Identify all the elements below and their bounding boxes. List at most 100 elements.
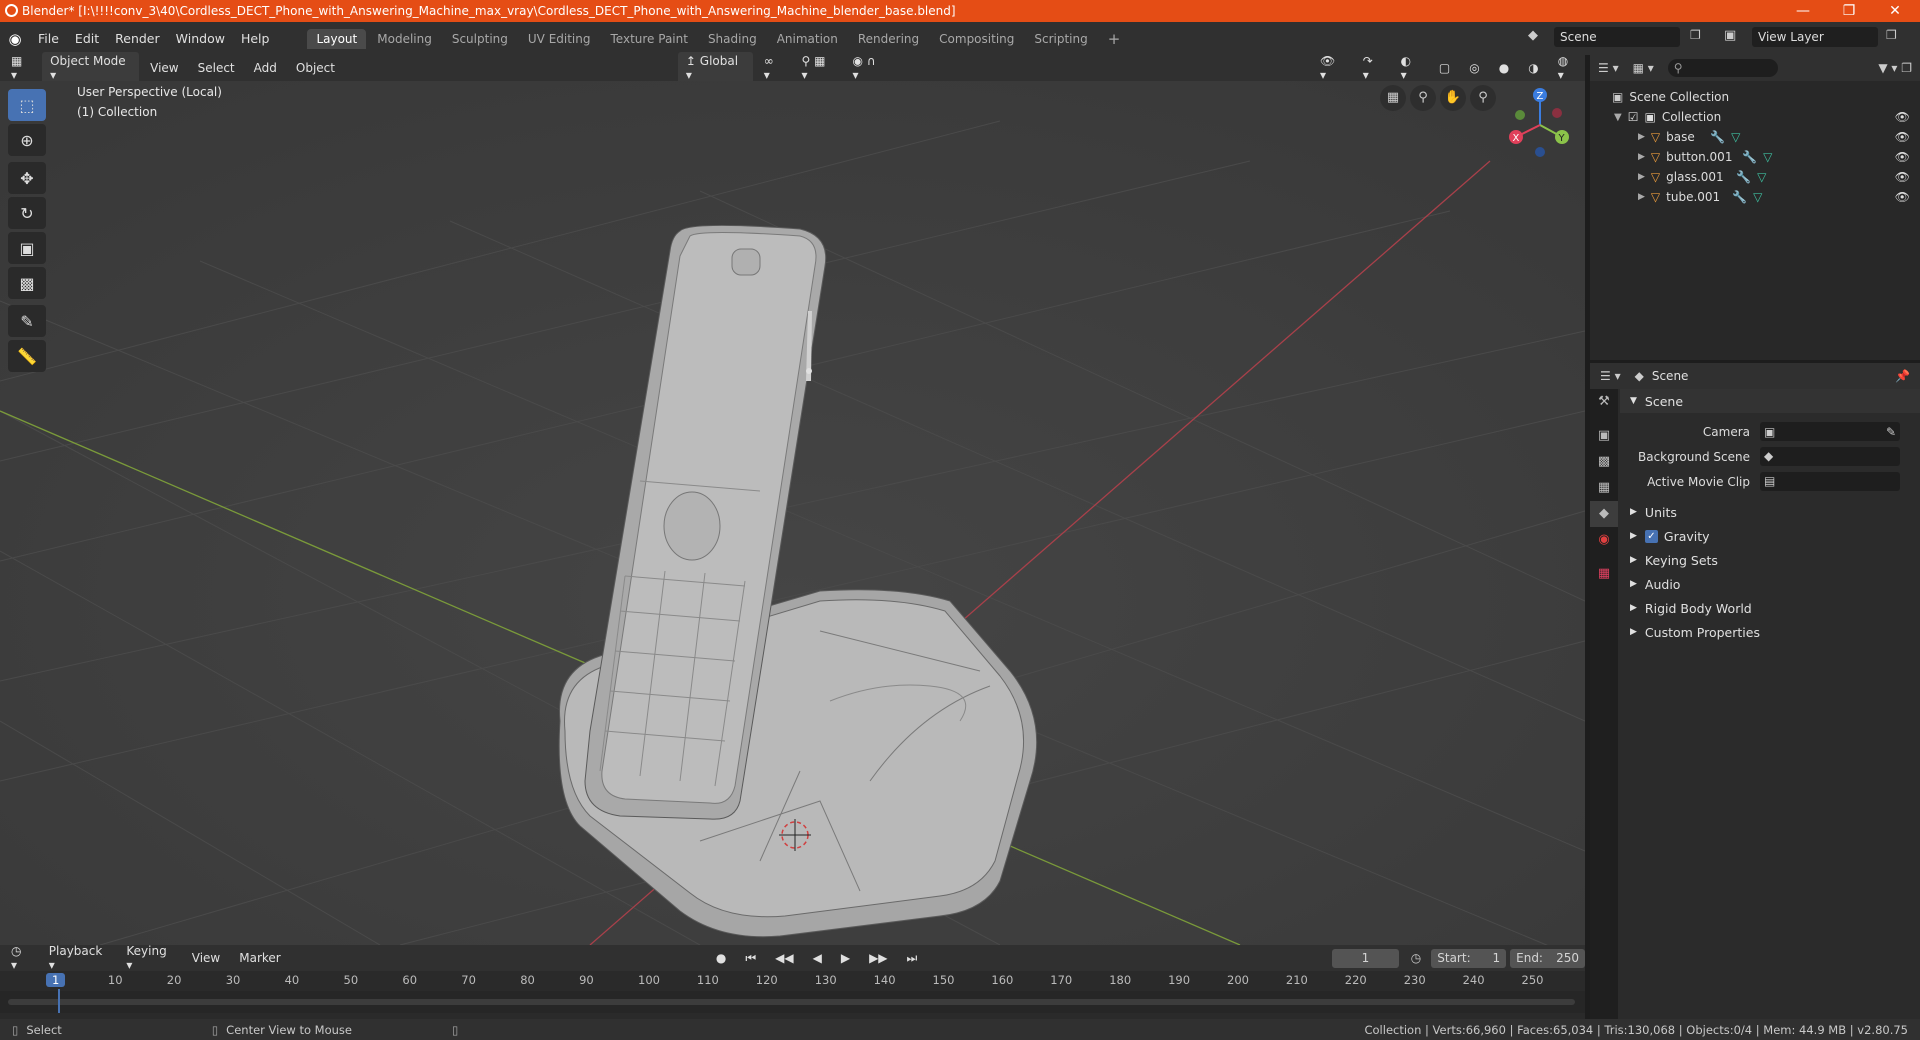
- visibility-eye-icon[interactable]: 👁: [1895, 130, 1910, 144]
- workspace-tab-compositing[interactable]: Compositing: [930, 29, 1023, 49]
- keying-menu[interactable]: Keying ▾: [118, 942, 180, 974]
- background-scene-field[interactable]: ◆: [1760, 447, 1900, 466]
- toggle-grid-view-icon[interactable]: ▦: [1380, 85, 1406, 111]
- move-tool[interactable]: ✥: [8, 162, 46, 194]
- menu-help[interactable]: Help: [233, 31, 278, 46]
- visibility-eye-icon[interactable]: 👁: [1895, 110, 1910, 124]
- outliner-collection[interactable]: ▼ ☑ ▣ Collection 👁: [1590, 107, 1920, 127]
- audio-panel[interactable]: ▶ Audio: [1620, 572, 1920, 596]
- units-panel[interactable]: ▶ Units: [1620, 500, 1920, 524]
- rotate-tool[interactable]: ↻: [8, 197, 46, 229]
- shading-material-icon[interactable]: ◑: [1520, 59, 1546, 77]
- mesh-data-icon[interactable]: ▽: [1753, 190, 1762, 204]
- prev-keyframe-button[interactable]: ◀◀: [767, 949, 801, 967]
- rigid-body-world-panel[interactable]: ▶ Rigid Body World: [1620, 596, 1920, 620]
- keyframe-track[interactable]: [0, 991, 1585, 1013]
- modifier-wrench-icon[interactable]: 🔧: [1736, 170, 1751, 184]
- menu-window[interactable]: Window: [168, 31, 233, 46]
- active-movie-clip-field[interactable]: ▤: [1760, 472, 1900, 491]
- custom-properties-panel[interactable]: ▶ Custom Properties: [1620, 620, 1920, 644]
- orientation-dropdown[interactable]: ↥ Global ▾: [677, 52, 753, 84]
- select-box-tool[interactable]: ⬚: [8, 89, 46, 121]
- modifier-wrench-icon[interactable]: 🔧: [1732, 190, 1747, 204]
- blender-menu-icon[interactable]: ◉: [0, 30, 30, 48]
- workspace-tab-texture-paint[interactable]: Texture Paint: [602, 29, 697, 49]
- outliner-search-input[interactable]: ⚲: [1667, 59, 1778, 77]
- transform-tool[interactable]: ▩: [8, 267, 46, 299]
- pan-view-icon[interactable]: ✋: [1440, 85, 1466, 111]
- gravity-checkbox[interactable]: ✓: [1644, 529, 1658, 543]
- record-button[interactable]: ●: [708, 949, 734, 967]
- camera-view-icon[interactable]: ⚲: [1410, 85, 1436, 111]
- world-tab-icon[interactable]: ◉: [1590, 527, 1618, 553]
- keying-sets-panel[interactable]: ▶ Keying Sets: [1620, 548, 1920, 572]
- restore-button[interactable]: ❐: [1826, 0, 1872, 22]
- scale-tool[interactable]: ▣: [8, 232, 46, 264]
- expand-arrow-icon[interactable]: ▶: [1638, 132, 1645, 142]
- timeline-editor-icon[interactable]: ◷ ▾: [3, 942, 38, 974]
- workspace-tab-sculpting[interactable]: Sculpting: [443, 29, 517, 49]
- eyedropper-icon[interactable]: ✎: [1886, 425, 1896, 439]
- menu-add[interactable]: Add: [246, 59, 285, 77]
- texture-tab-icon[interactable]: ▦: [1590, 561, 1618, 587]
- xray-icon[interactable]: ▢: [1431, 59, 1458, 77]
- measure-tool[interactable]: 📏: [8, 340, 46, 372]
- visibility-eye-icon[interactable]: 👁: [1895, 150, 1910, 164]
- new-view-layer-icon[interactable]: ❐: [1886, 28, 1897, 42]
- checkbox-icon[interactable]: ☑: [1628, 110, 1639, 124]
- pivot-icon[interactable]: ∞ ▾: [756, 52, 791, 84]
- jump-end-button[interactable]: ⏭: [899, 949, 926, 968]
- menu-select[interactable]: Select: [190, 59, 243, 77]
- preview-range-icon[interactable]: ◷: [1411, 951, 1421, 965]
- minimize-button[interactable]: —: [1780, 0, 1826, 22]
- mesh-data-icon[interactable]: ▽: [1763, 150, 1772, 164]
- cursor-tool[interactable]: ⊕: [8, 124, 46, 156]
- play-button[interactable]: ▶: [833, 949, 858, 967]
- menu-object[interactable]: Object: [288, 59, 343, 77]
- collapse-arrow-icon[interactable]: ▼: [1614, 112, 1622, 123]
- proportional-edit-icon[interactable]: ◉ ∩ ▾: [845, 52, 892, 84]
- snap-icon[interactable]: ⚲ ▦ ▾: [794, 52, 842, 84]
- render-tab-icon[interactable]: ▣: [1590, 423, 1618, 449]
- playback-menu[interactable]: Playback ▾: [41, 942, 116, 974]
- view-layer-tab-icon[interactable]: ▦: [1590, 475, 1618, 501]
- view-layer-field[interactable]: View Layer: [1752, 27, 1878, 47]
- scene-tab-icon[interactable]: ◆: [1590, 501, 1618, 527]
- workspace-tab-rendering[interactable]: Rendering: [849, 29, 928, 49]
- outliner-item-button[interactable]: ▶ ▽ button.001 🔧 ▽ 👁: [1590, 147, 1920, 167]
- modifier-wrench-icon[interactable]: 🔧: [1742, 150, 1757, 164]
- frame-ruler[interactable]: 1 10 20 30 40 50 60 70 80 90 100 110 120 130 140 150 160…: [0, 971, 1585, 1013]
- scene-panel-header[interactable]: ▼ Scene: [1620, 389, 1920, 413]
- mesh-data-icon[interactable]: ▽: [1731, 130, 1740, 144]
- properties-editor-icon[interactable]: ☰ ▾: [1600, 369, 1621, 383]
- end-frame-field[interactable]: End: 250: [1510, 948, 1585, 968]
- current-frame-marker[interactable]: 1: [46, 973, 66, 987]
- outliner-item-glass[interactable]: ▶ ▽ glass.001 🔧 ▽ 👁: [1590, 167, 1920, 187]
- outliner-item-tube[interactable]: ▶ ▽ tube.001 🔧 ▽ 👁: [1590, 187, 1920, 207]
- filter-icon[interactable]: ▼ ▾ ❐: [1878, 61, 1912, 75]
- play-reverse-button[interactable]: ◀: [805, 949, 830, 967]
- mesh-data-icon[interactable]: ▽: [1757, 170, 1766, 184]
- timeline-scrollbar[interactable]: [8, 999, 1575, 1005]
- workspace-tab-modeling[interactable]: Modeling: [368, 29, 441, 49]
- outliner-item-base[interactable]: ▶ ▽ base 🔧 ▽ 👁: [1590, 127, 1920, 147]
- menu-view[interactable]: View: [142, 59, 186, 77]
- jump-start-button[interactable]: ⏮: [737, 949, 764, 968]
- workspace-tab-layout[interactable]: Layout: [307, 28, 367, 49]
- scene-field[interactable]: Scene: [1554, 27, 1680, 47]
- visibility-eye-icon[interactable]: 👁: [1895, 190, 1910, 204]
- display-mode-icon[interactable]: ▦ ▾: [1633, 61, 1654, 75]
- start-frame-field[interactable]: Start: 1: [1431, 948, 1507, 968]
- workspace-tab-scripting[interactable]: Scripting: [1025, 29, 1096, 49]
- gizmo-toggle-icon[interactable]: ↷ ▾: [1355, 52, 1390, 84]
- scene-selector-icon[interactable]: ◆: [1528, 28, 1538, 43]
- gravity-panel[interactable]: ▶ ✓ Gravity: [1620, 524, 1920, 548]
- modifier-wrench-icon[interactable]: 🔧: [1710, 130, 1725, 144]
- outliner-scene-collection[interactable]: ▣ Scene Collection: [1590, 87, 1920, 107]
- shading-rendered-icon[interactable]: ◍ ▾: [1550, 52, 1585, 84]
- next-keyframe-button[interactable]: ▶▶: [861, 949, 895, 967]
- menu-edit[interactable]: Edit: [67, 31, 107, 46]
- shading-solid-icon[interactable]: ●: [1491, 59, 1517, 77]
- expand-arrow-icon[interactable]: ▶: [1638, 172, 1645, 182]
- expand-arrow-icon[interactable]: ▶: [1638, 152, 1645, 162]
